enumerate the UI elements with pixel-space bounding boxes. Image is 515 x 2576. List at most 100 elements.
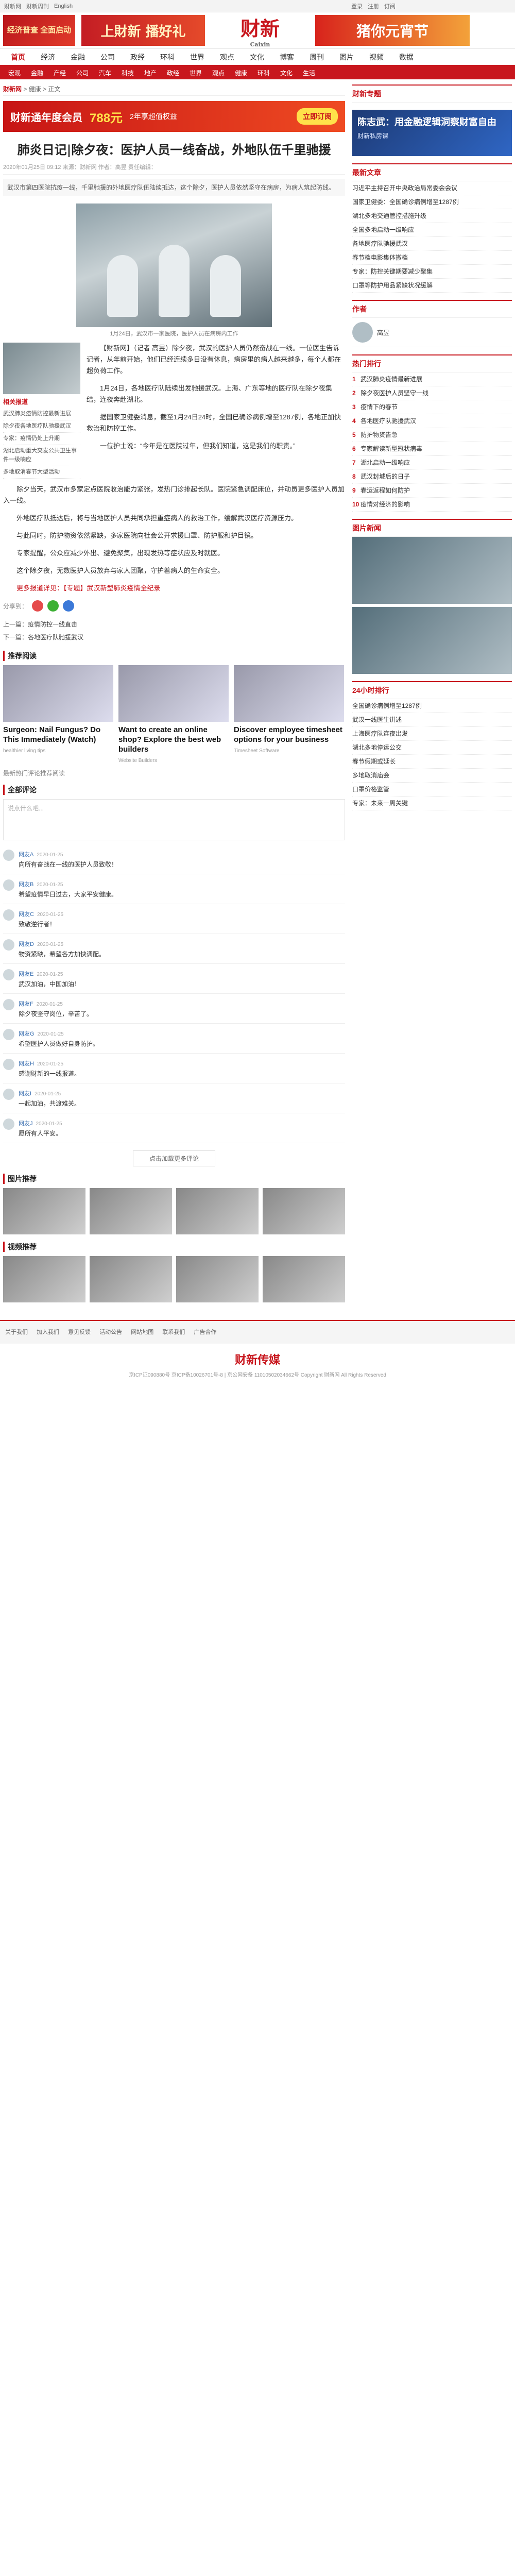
hot-item[interactable]: 10 疫情对经济的影响 (352, 498, 512, 512)
sponsored-card[interactable]: Surgeon: Nail Fungus? Do This Immediatel… (3, 665, 113, 764)
nav-item[interactable]: 观点 (212, 52, 242, 62)
hot-item[interactable]: 7 湖北启动一级响应 (352, 456, 512, 470)
hot-item[interactable]: 1 武汉肺炎疫情最新进展 (352, 372, 512, 386)
hot-item[interactable]: 2 除夕夜医护人员坚守一线 (352, 386, 512, 400)
hot-item[interactable]: 6 专家解读新型冠状病毒 (352, 442, 512, 456)
comment-user[interactable]: 网友F (19, 1001, 33, 1007)
site-logo[interactable]: 财新 Caixin (211, 15, 309, 48)
sponsored-extra[interactable]: 最新热门评论推荐阅读 (3, 769, 345, 777)
subnav-item[interactable]: 政经 (162, 69, 184, 77)
latest-item[interactable]: 春节档电影集体撤档 (352, 251, 512, 265)
footer-link[interactable]: 加入我们 (37, 1329, 59, 1335)
footer-link[interactable]: 联系我们 (162, 1329, 185, 1335)
wechat-icon[interactable] (47, 600, 59, 612)
latest-item[interactable]: 各地医疗队驰援武汉 (352, 237, 512, 251)
footer-link[interactable]: 意见反馈 (68, 1329, 91, 1335)
photo-news-image[interactable] (352, 607, 512, 674)
header-ad-left[interactable]: 经济普查 全面启动 (3, 15, 75, 46)
related-link[interactable]: 专家：疫情仍处上升期 (3, 433, 80, 445)
pic-thumb[interactable] (3, 1188, 85, 1234)
related-link[interactable]: 多地取消春节大型活动 (3, 466, 80, 479)
related-thumb[interactable] (3, 343, 80, 394)
header-ad-mid[interactable]: 上財新 播好礼 (81, 15, 205, 46)
nav-item[interactable]: 文化 (242, 52, 272, 62)
hot-item[interactable]: 3 疫情下的春节 (352, 400, 512, 414)
subnav-item[interactable]: 科技 (116, 69, 139, 77)
comment-user[interactable]: 网友D (19, 941, 34, 947)
subnav-item[interactable]: 产经 (48, 69, 71, 77)
weibo-icon[interactable] (32, 600, 44, 612)
related-link[interactable]: 除夕夜各地医疗队驰援武汉 (3, 420, 80, 433)
comment-user[interactable]: 网友H (19, 1061, 34, 1067)
rank-item[interactable]: 武汉一线医生讲述 (352, 713, 512, 727)
inline-subscribe-ad[interactable]: 财新通年度会员 788元 2年享超值权益 立即订阅 (3, 101, 345, 132)
rank-item[interactable]: 春节假期或延长 (352, 755, 512, 769)
sponsored-card[interactable]: Discover employee timesheet options for … (234, 665, 344, 764)
prev-article-link[interactable]: 上一篇：疫情防控一线直击 (3, 618, 345, 631)
hot-item[interactable]: 5 防护物资告急 (352, 428, 512, 442)
subnav-item[interactable]: 汽车 (94, 69, 116, 77)
breadcrumb-section[interactable]: 健康 (29, 86, 41, 93)
nav-item[interactable]: 图片 (332, 52, 362, 62)
sponsored-card[interactable]: Want to create an online shop? Explore t… (118, 665, 229, 764)
subnav-item[interactable]: 文化 (275, 69, 298, 77)
comment-user[interactable]: 网友B (19, 882, 33, 888)
nav-item[interactable]: 博客 (272, 52, 302, 62)
photo-news-image[interactable] (352, 537, 512, 604)
latest-item[interactable]: 国家卫健委：全国确诊病例增至1287例 (352, 195, 512, 209)
related-link[interactable]: 武汉肺炎疫情防控最新进展 (3, 408, 80, 420)
nav-item[interactable]: 环科 (152, 52, 182, 62)
pic-thumb[interactable] (263, 1188, 345, 1234)
more-report-link[interactable]: 更多报道详见：【专题】武汉新型肺炎疫情全纪录 (3, 583, 345, 594)
inline-ad-button[interactable]: 立即订阅 (297, 108, 338, 125)
rank-item[interactable]: 口罩价格监管 (352, 783, 512, 796)
subnav-item[interactable]: 地产 (139, 69, 162, 77)
nav-item[interactable]: 首页 (3, 52, 33, 62)
pic-thumb[interactable] (176, 1188, 259, 1234)
video-thumb[interactable] (176, 1256, 259, 1302)
topbar-link[interactable]: English (54, 3, 73, 9)
comment-input[interactable]: 说点什么吧... (3, 799, 345, 840)
subscribe-link[interactable]: 订阅 (384, 2, 396, 10)
hot-item[interactable]: 4 各地医疗队驰援武汉 (352, 414, 512, 428)
related-link[interactable]: 湖北启动重大突发公共卫生事件一级响应 (3, 445, 80, 466)
rank-item[interactable]: 上海医疗队连夜出发 (352, 727, 512, 741)
subnav-item[interactable]: 生活 (298, 69, 320, 77)
nav-item[interactable]: 周刊 (302, 52, 332, 62)
load-more-comments-button[interactable]: 点击加载更多评论 (133, 1150, 215, 1166)
subnav-item[interactable]: 金融 (26, 69, 48, 77)
latest-item[interactable]: 口罩等防护用品紧缺状况缓解 (352, 279, 512, 293)
subnav-item[interactable]: 宏观 (3, 69, 26, 77)
nav-item[interactable]: 金融 (63, 52, 93, 62)
hot-item[interactable]: 9 春运返程如何防护 (352, 484, 512, 498)
comment-user[interactable]: 网友C (19, 911, 34, 918)
register-link[interactable]: 注册 (368, 2, 379, 10)
subnav-item[interactable]: 公司 (71, 69, 94, 77)
latest-item[interactable]: 全国多地启动一级响应 (352, 223, 512, 237)
header-ad-right[interactable]: 猪你元宵节 (315, 15, 470, 46)
latest-item[interactable]: 专家：防控关键期要减少聚集 (352, 265, 512, 279)
rank-item[interactable]: 专家：未来一周关键 (352, 796, 512, 810)
rank-item[interactable]: 湖北多地停运公交 (352, 741, 512, 755)
login-link[interactable]: 登录 (351, 2, 363, 10)
video-thumb[interactable] (90, 1256, 172, 1302)
qq-icon[interactable] (63, 600, 75, 612)
comment-user[interactable]: 网友A (19, 852, 33, 858)
nav-item[interactable]: 世界 (182, 52, 212, 62)
comment-user[interactable]: 网友E (19, 971, 33, 977)
breadcrumb-home[interactable]: 财新网 (3, 86, 22, 93)
topbar-link[interactable]: 财新网 (4, 2, 21, 10)
latest-item[interactable]: 湖北多地交通管控措施升级 (352, 209, 512, 223)
topbar-link[interactable]: 财新周刊 (26, 2, 49, 10)
author-card[interactable]: 高昱 (352, 318, 512, 347)
comment-user[interactable]: 网友J (19, 1121, 33, 1127)
footer-link[interactable]: 活动公告 (99, 1329, 122, 1335)
footer-link[interactable]: 关于我们 (5, 1329, 28, 1335)
subnav-item[interactable]: 环科 (252, 69, 275, 77)
pic-thumb[interactable] (90, 1188, 172, 1234)
video-thumb[interactable] (3, 1256, 85, 1302)
rank-item[interactable]: 多地取消庙会 (352, 769, 512, 783)
comment-user[interactable]: 网友I (19, 1091, 31, 1097)
footer-link[interactable]: 广告合作 (194, 1329, 216, 1335)
video-thumb[interactable] (263, 1256, 345, 1302)
